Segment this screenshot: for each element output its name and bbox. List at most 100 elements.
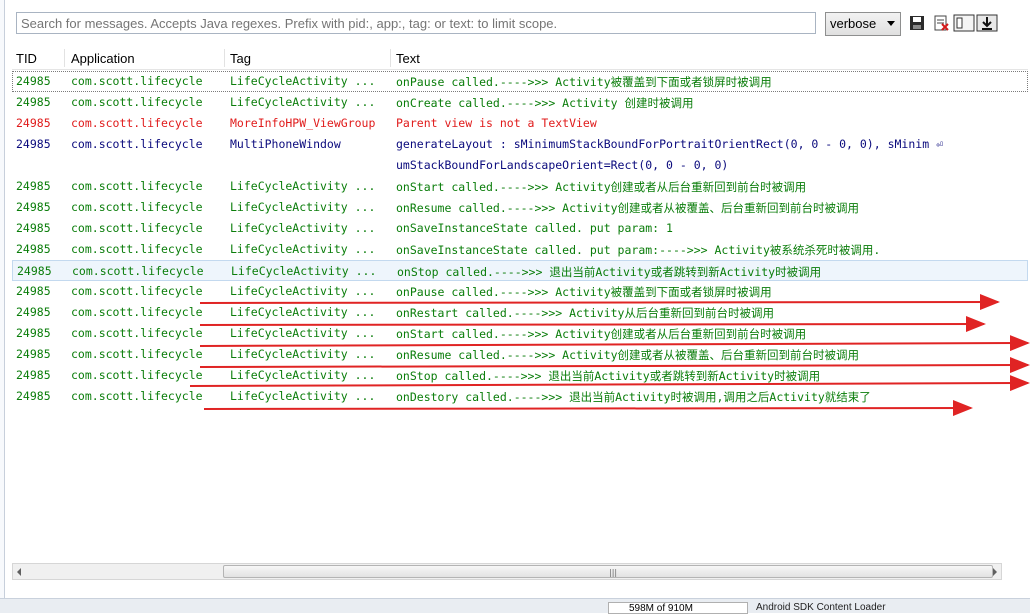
row-application: com.scott.lifecycle — [71, 242, 203, 256]
row-tid: 24985 — [16, 368, 51, 382]
sdk-loader-status: Android SDK Content Loader — [756, 602, 886, 613]
row-tag: LifeCycleActivity ... — [230, 368, 376, 382]
row-application: com.scott.lifecycle — [71, 95, 203, 109]
row-tid: 24985 — [16, 284, 51, 298]
row-text: onSaveInstanceState called. put param:--… — [396, 243, 881, 257]
row-tag: LifeCycleActivity ... — [230, 74, 376, 88]
column-header-tag[interactable]: Tag — [230, 51, 251, 66]
row-tag: LifeCycleActivity ... — [230, 305, 376, 319]
save-icon[interactable] — [908, 14, 926, 32]
table-row[interactable]: 24985 com.scott.lifecycle LifeCycleActiv… — [12, 281, 1028, 302]
toggle-panel-icon[interactable] — [953, 14, 975, 32]
row-application: com.scott.lifecycle — [71, 368, 203, 382]
row-tag: LifeCycleActivity ... — [230, 284, 376, 298]
row-application: com.scott.lifecycle — [71, 179, 203, 193]
row-tag: MoreInfoHPW_ViewGroup — [230, 116, 376, 130]
row-tid: 24985 — [16, 200, 51, 214]
row-tid: 24985 — [16, 326, 51, 340]
scroll-right-icon[interactable] — [993, 568, 997, 576]
row-application: com.scott.lifecycle — [71, 326, 203, 340]
table-row[interactable]: 24985 com.scott.lifecycle LifeCycleActiv… — [12, 344, 1028, 365]
table-header: TID Application Tag Text — [12, 47, 1028, 70]
table-row[interactable]: 24985 com.scott.lifecycle LifeCycleActiv… — [12, 197, 1028, 218]
row-tid: 24985 — [16, 179, 51, 193]
row-tag: LifeCycleActivity ... — [230, 242, 376, 256]
table-row[interactable]: 24985 com.scott.lifecycle LifeCycleActiv… — [12, 239, 1028, 260]
row-tag: LifeCycleActivity ... — [230, 347, 376, 361]
column-header-text[interactable]: Text — [396, 51, 420, 66]
row-text: onStop called.---->>> 退出当前Activity或者跳转到新… — [397, 265, 822, 279]
row-text-continuation: umStackBoundForLandscapeOrient=Rect(0, 0… — [396, 158, 729, 172]
row-application: com.scott.lifecycle — [71, 74, 203, 88]
column-header-application[interactable]: Application — [71, 51, 135, 66]
table-row[interactable]: 24985 com.scott.lifecycle LifeCycleActiv… — [12, 71, 1028, 92]
table-row[interactable]: 24985 com.scott.lifecycle MultiPhoneWind… — [12, 134, 1028, 176]
status-bar: 598M of 910M Android SDK Content Loader — [0, 598, 1030, 614]
search-input[interactable] — [16, 12, 816, 34]
scroll-lock-icon[interactable] — [976, 14, 998, 32]
row-application: com.scott.lifecycle — [71, 221, 203, 235]
scroll-left-icon[interactable] — [17, 568, 21, 576]
table-row[interactable]: 24985 com.scott.lifecycle LifeCycleActiv… — [12, 386, 1028, 407]
column-divider[interactable] — [224, 49, 225, 67]
row-application: com.scott.lifecycle — [71, 116, 203, 130]
row-text: onStart called.---->>> Activity创建或者从后台重新… — [396, 180, 807, 194]
row-text: Parent view is not a TextView — [396, 116, 597, 130]
table-row[interactable]: 24985 com.scott.lifecycle LifeCycleActiv… — [12, 260, 1028, 281]
row-tid: 24985 — [16, 95, 51, 109]
scrollbar-thumb[interactable]: ||| — [223, 565, 993, 578]
column-divider[interactable] — [390, 49, 391, 67]
row-tag: LifeCycleActivity ... — [230, 389, 376, 403]
horizontal-scrollbar[interactable]: ||| — [12, 563, 1002, 580]
row-tid: 24985 — [16, 74, 51, 88]
row-application: com.scott.lifecycle — [71, 200, 203, 214]
log-rows: 24985 com.scott.lifecycle LifeCycleActiv… — [12, 71, 1028, 407]
row-text: onResume called.---->>> Activity创建或者从被覆盖… — [396, 201, 860, 215]
table-row[interactable]: 24985 com.scott.lifecycle LifeCycleActiv… — [12, 302, 1028, 323]
row-tag: LifeCycleActivity ... — [230, 179, 376, 193]
row-text: onStop called.---->>> 退出当前Activity或者跳转到新… — [396, 369, 821, 383]
table-row[interactable]: 24985 com.scott.lifecycle LifeCycleActiv… — [12, 176, 1028, 197]
grip-icon: ||| — [609, 568, 618, 577]
row-text: generateLayout : sMinimumStackBoundForPo… — [396, 137, 943, 151]
row-tid: 24985 — [16, 242, 51, 256]
row-tag: LifeCycleActivity ... — [231, 264, 377, 278]
row-text: onPause called.---->>> Activity被覆盖到下面或者锁… — [396, 285, 772, 299]
row-text: onSaveInstanceState called. put param: 1 — [396, 221, 673, 235]
heap-status[interactable]: 598M of 910M — [608, 602, 748, 614]
table-row[interactable]: 24985 com.scott.lifecycle LifeCycleActiv… — [12, 92, 1028, 113]
row-application: com.scott.lifecycle — [71, 284, 203, 298]
table-row[interactable]: 24985 com.scott.lifecycle LifeCycleActiv… — [12, 218, 1028, 239]
row-text: onPause called.---->>> Activity被覆盖到下面或者锁… — [396, 75, 772, 89]
table-row[interactable]: 24985 com.scott.lifecycle MoreInfoHPW_Vi… — [12, 113, 1028, 134]
log-level-select[interactable]: verbose — [825, 12, 901, 36]
row-tag: LifeCycleActivity ... — [230, 95, 376, 109]
row-tid: 24985 — [16, 221, 51, 235]
logcat-table: TID Application Tag Text 24985 com.scott… — [12, 47, 1028, 563]
row-application: com.scott.lifecycle — [72, 264, 204, 278]
row-tid: 24985 — [17, 264, 52, 278]
table-row[interactable]: 24985 com.scott.lifecycle LifeCycleActiv… — [12, 323, 1028, 344]
row-tag: LifeCycleActivity ... — [230, 200, 376, 214]
row-text: onCreate called.---->>> Activity 创建时被调用 — [396, 96, 694, 110]
log-level-value: verbose — [830, 16, 877, 31]
row-tid: 24985 — [16, 137, 51, 151]
left-panel-edge — [0, 0, 5, 600]
column-header-tid[interactable]: TID — [16, 51, 37, 66]
table-row[interactable]: 24985 com.scott.lifecycle LifeCycleActiv… — [12, 365, 1028, 386]
row-text: onStart called.---->>> Activity创建或者从后台重新… — [396, 327, 807, 341]
chevron-down-icon — [887, 21, 895, 26]
row-tid: 24985 — [16, 389, 51, 403]
filter-toolbar: verbose — [12, 10, 1022, 40]
column-divider[interactable] — [64, 49, 65, 67]
row-text: onRestart called.---->>> Activity从后台重新回到… — [396, 306, 774, 320]
row-application: com.scott.lifecycle — [71, 347, 203, 361]
row-text: onDestory called.---->>> 退出当前Activity时被调… — [396, 390, 871, 404]
row-text: onResume called.---->>> Activity创建或者从被覆盖… — [396, 348, 860, 362]
heap-status-label: 598M of 910M — [629, 603, 693, 614]
row-application: com.scott.lifecycle — [71, 389, 203, 403]
row-tid: 24985 — [16, 347, 51, 361]
row-tag: LifeCycleActivity ... — [230, 221, 376, 235]
row-tag: LifeCycleActivity ... — [230, 326, 376, 340]
clear-log-icon[interactable] — [932, 14, 950, 32]
